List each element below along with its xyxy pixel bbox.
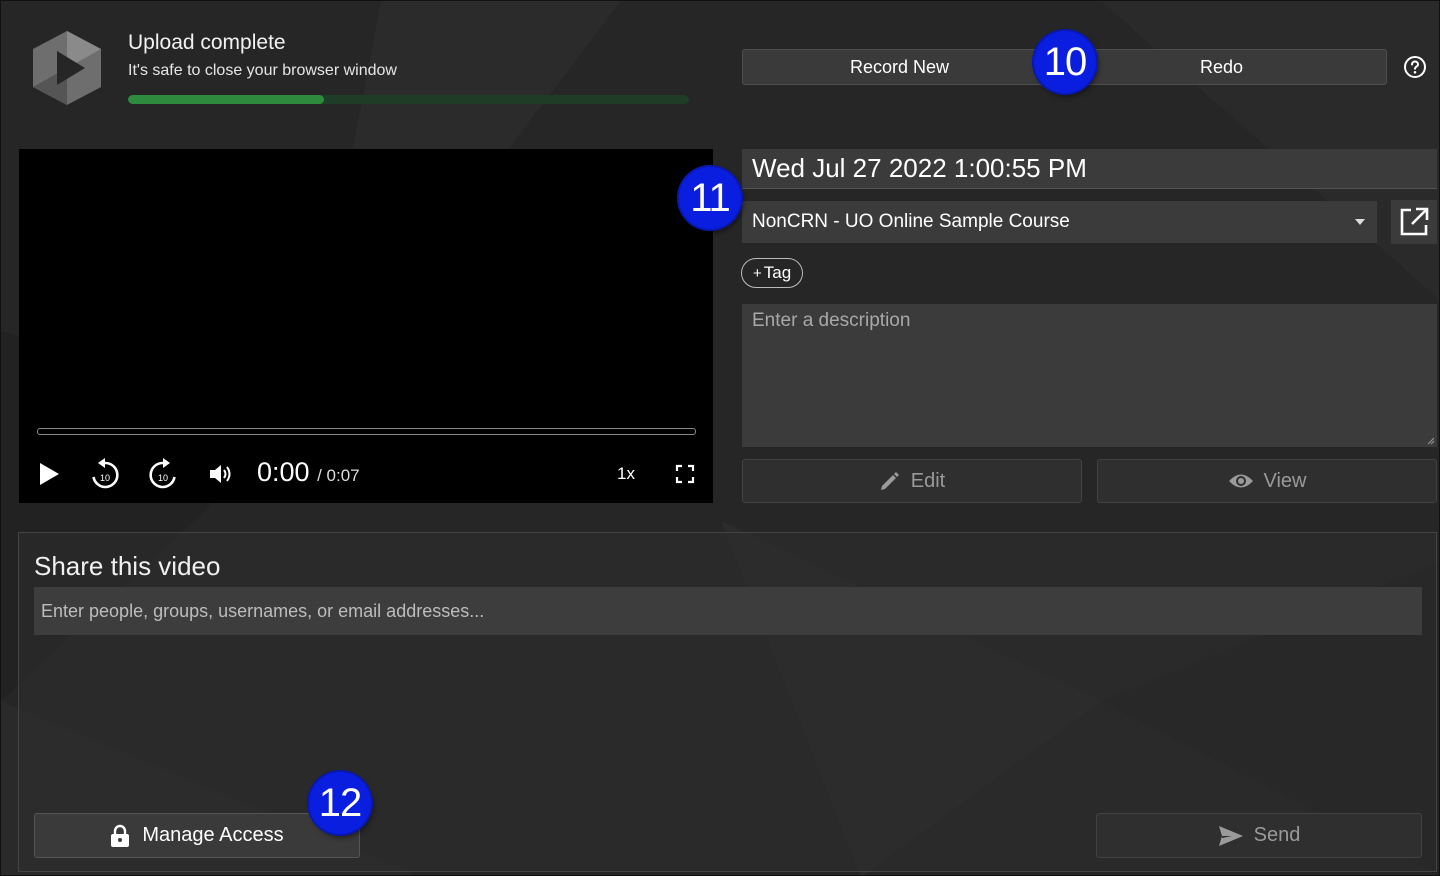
folder-select[interactable]: NonCRN - UO Online Sample Course [742, 201, 1377, 243]
play-icon [40, 463, 59, 485]
forward-10-button[interactable]: 10 [147, 457, 179, 491]
rewind-10-button[interactable]: 10 [89, 457, 121, 491]
rewind-10-icon: 10 [92, 458, 119, 489]
svg-text:10: 10 [158, 473, 168, 483]
description-textarea[interactable]: Enter a description [742, 304, 1437, 447]
forward-10-icon: 10 [149, 458, 176, 489]
fullscreen-button[interactable] [673, 457, 697, 491]
seek-bar[interactable] [37, 428, 696, 435]
send-button[interactable]: Send [1096, 813, 1422, 858]
upload-status-title: Upload complete [128, 31, 286, 54]
upload-status-subtitle: It's safe to close your browser window [128, 62, 397, 79]
manage-access-label: Manage Access [142, 824, 284, 846]
chevron-down-icon [1355, 219, 1365, 225]
add-tag-label: Tag [763, 263, 792, 282]
panopto-upload-window: Upload complete It's safe to close your … [0, 0, 1440, 876]
record-new-button[interactable]: Record New [742, 49, 1057, 85]
play-button[interactable] [35, 457, 63, 491]
description-placeholder: Enter a description [752, 310, 911, 331]
view-button-label: View [1263, 469, 1307, 492]
svg-text:10: 10 [100, 473, 110, 483]
volume-icon [210, 465, 231, 483]
edit-button-label: Edit [910, 469, 946, 492]
manage-access-button[interactable]: Manage Access [34, 813, 360, 858]
share-recipients-input[interactable]: Enter people, groups, usernames, or emai… [34, 587, 1422, 635]
resize-handle-icon[interactable] [1427, 437, 1435, 445]
panopto-logo-icon [33, 31, 101, 105]
upload-progress-fill [128, 95, 325, 104]
share-panel: Share this video Enter people, groups, u… [18, 532, 1437, 872]
eye-icon [1228, 474, 1253, 488]
add-tag-button[interactable]: + Tag [741, 258, 804, 288]
callout-badge-12: 12 [309, 772, 371, 834]
send-icon [1218, 825, 1243, 846]
lock-icon [111, 824, 130, 847]
callout-badge-10: 10 [1034, 31, 1096, 93]
send-button-label: Send [1253, 824, 1301, 846]
redo-button[interactable]: Redo [1057, 49, 1387, 85]
share-title: Share this video [34, 551, 221, 581]
fullscreen-icon [675, 464, 695, 484]
plus-icon: + [753, 264, 762, 282]
current-time-value: 0:00 [257, 457, 310, 487]
current-time: 0:00 / 0:07 [257, 457, 360, 488]
session-title-field[interactable]: Wed Jul 27 2022 1:00:55 PM [742, 149, 1437, 189]
question-circle-icon[interactable] [1403, 55, 1427, 79]
video-player[interactable]: 10 10 0:00 / 0:07 1x [19, 149, 713, 503]
edit-button[interactable]: Edit [742, 459, 1082, 503]
upload-progress-bar [128, 95, 689, 104]
share-input-placeholder: Enter people, groups, usernames, or emai… [41, 600, 485, 621]
playback-speed-button[interactable]: 1x [617, 464, 635, 484]
volume-button[interactable] [207, 457, 235, 491]
external-link-icon [1400, 207, 1429, 236]
folder-select-value: NonCRN - UO Online Sample Course [752, 211, 1070, 232]
view-button[interactable]: View [1097, 459, 1437, 503]
open-folder-button[interactable] [1391, 200, 1437, 244]
pencil-icon [880, 472, 899, 490]
total-time: / 0:07 [317, 466, 360, 485]
callout-badge-11: 11 [679, 167, 741, 229]
